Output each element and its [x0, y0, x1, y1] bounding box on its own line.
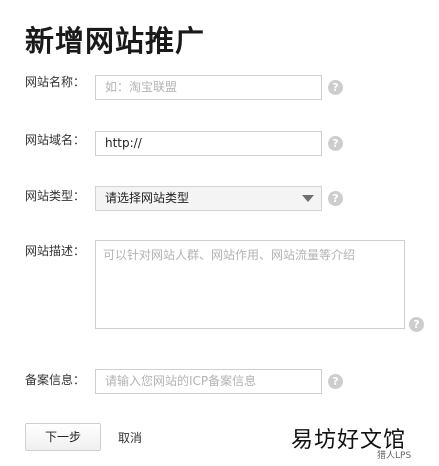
site-type-selected-value: 请选择网站类型	[105, 191, 190, 205]
site-name-help-icon[interactable]: ?	[328, 80, 343, 95]
cancel-link[interactable]: 取消	[118, 429, 142, 446]
site-type-help-icon[interactable]: ?	[328, 191, 343, 206]
site-type-label: 网站类型：	[25, 189, 86, 203]
site-name-label: 网站名称：	[25, 75, 86, 89]
site-name-input[interactable]: 如：淘宝联盟	[95, 75, 322, 100]
site-domain-help-icon[interactable]: ?	[328, 136, 343, 151]
site-description-help-icon[interactable]: ?	[409, 317, 424, 332]
icp-info-help-icon[interactable]: ?	[328, 374, 343, 389]
site-description-label: 网站描述：	[25, 244, 86, 258]
icp-info-input[interactable]: 请输入您网站的ICP备案信息	[95, 369, 322, 394]
next-step-button[interactable]: 下一步	[25, 423, 101, 451]
site-domain-label: 网站域名：	[25, 133, 86, 147]
page-title: 新增网站推广	[25, 24, 206, 58]
chevron-down-icon	[302, 195, 314, 202]
watermark-subtext: 猎人LPS	[377, 451, 412, 461]
icp-info-label: 备案信息：	[25, 373, 86, 387]
site-description-textarea[interactable]: 可以针对网站人群、网站作用、网站流量等介绍	[95, 240, 405, 329]
site-domain-input[interactable]: http://	[95, 131, 322, 156]
site-type-select[interactable]: 请选择网站类型	[95, 186, 322, 211]
